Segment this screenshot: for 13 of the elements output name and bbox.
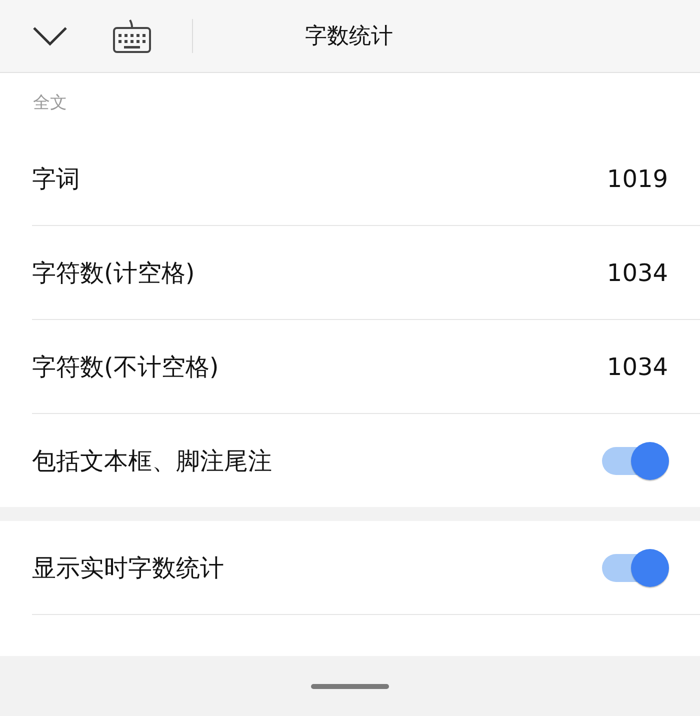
row-label: 字符数(不计空格) [32, 352, 219, 382]
row-label: 包括文本框、脚注尾注 [32, 446, 272, 476]
row-label: 显示实时字数统计 [32, 552, 224, 584]
keyboard-icon[interactable] [112, 18, 152, 54]
home-indicator[interactable] [311, 684, 389, 688]
count-value: 1019 [606, 164, 668, 192]
section-label: 全文 [33, 92, 67, 114]
count-value: 1034 [606, 258, 668, 286]
window-title: 字数统计 [305, 23, 393, 51]
chevron-down-icon[interactable] [32, 24, 68, 48]
count-value: 1034 [606, 352, 668, 380]
row-label: 字符数(计空格) [32, 258, 195, 288]
row-label: 字词 [32, 164, 80, 194]
